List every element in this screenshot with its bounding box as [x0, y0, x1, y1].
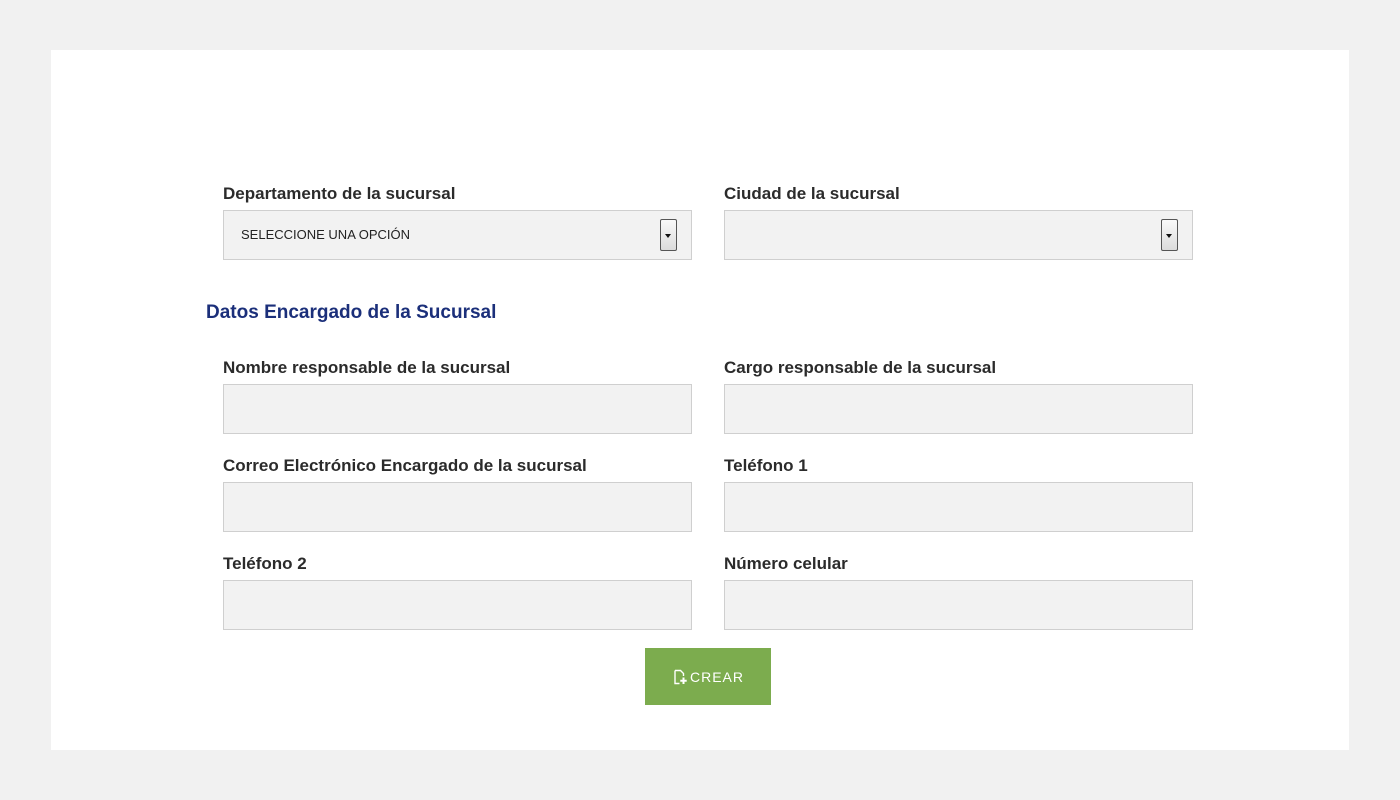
- department-select[interactable]: SELECCIONE UNA OPCIÓN: [223, 210, 692, 260]
- manager-position-input[interactable]: [725, 385, 1192, 433]
- mobile-box: [724, 580, 1193, 630]
- manager-email-box: [223, 482, 692, 532]
- create-button-label: CREAR: [689, 668, 744, 685]
- manager-position-box: [724, 384, 1193, 434]
- department-label: Departamento de la sucursal: [223, 184, 456, 203]
- phone2-input[interactable]: [224, 581, 691, 629]
- section-title: Datos Encargado de la Sucursal: [206, 302, 497, 323]
- phone1-input[interactable]: [725, 483, 1192, 531]
- chevron-down-icon[interactable]: [660, 219, 677, 251]
- manager-name-input[interactable]: [224, 385, 691, 433]
- mobile-input[interactable]: [725, 581, 1192, 629]
- department-selected-value: SELECCIONE UNA OPCIÓN: [241, 227, 411, 242]
- mobile-label: Número celular: [724, 554, 848, 573]
- form-card: Departamento de la sucursal SELECCIONE U…: [51, 50, 1349, 750]
- city-label: Ciudad de la sucursal: [724, 184, 900, 203]
- create-button[interactable]: CREAR: [645, 648, 771, 705]
- phone1-label: Teléfono 1: [724, 456, 808, 475]
- phone1-box: [724, 482, 1193, 532]
- phone2-label: Teléfono 2: [223, 554, 307, 573]
- manager-email-input[interactable]: [224, 483, 691, 531]
- manager-name-box: [223, 384, 692, 434]
- city-select[interactable]: [724, 210, 1193, 260]
- manager-email-label: Correo Electrónico Encargado de la sucur…: [223, 456, 587, 475]
- chevron-down-icon[interactable]: [1161, 219, 1178, 251]
- manager-name-label: Nombre responsable de la sucursal: [223, 358, 511, 377]
- file-plus-icon: [672, 669, 688, 685]
- manager-position-label: Cargo responsable de la sucursal: [724, 358, 997, 377]
- phone2-box: [223, 580, 692, 630]
